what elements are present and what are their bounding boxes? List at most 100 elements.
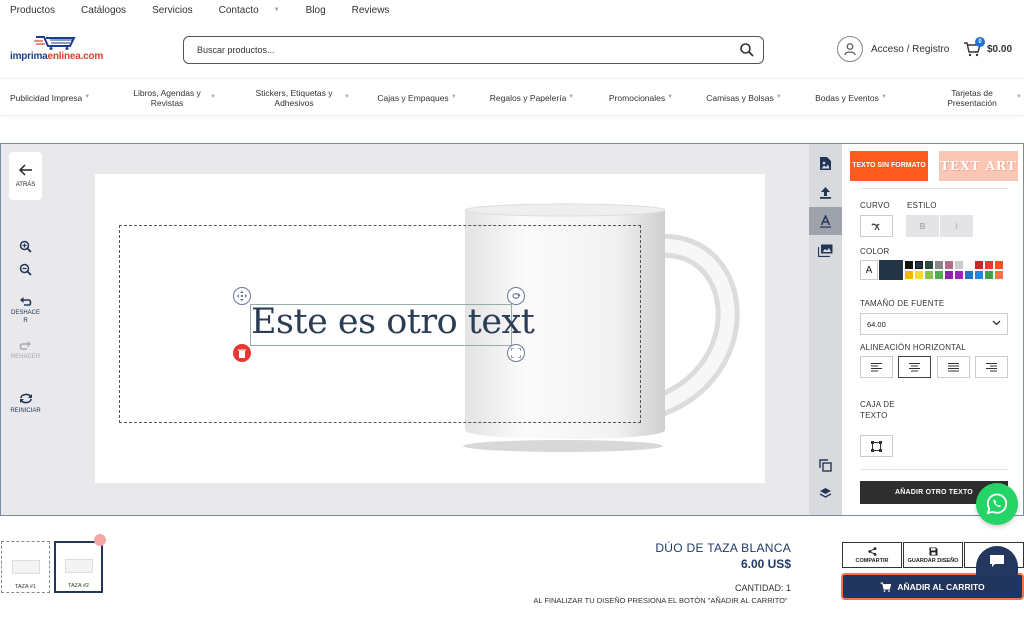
color-swatch[interactable] [904,260,914,270]
resize-handle-icon[interactable] [507,344,525,362]
cart-logo-icon [34,36,76,50]
align-right-button[interactable] [975,356,1008,378]
color-swatch[interactable] [924,270,934,280]
color-swatch[interactable] [974,270,984,280]
color-swatch[interactable] [974,260,984,270]
align-justify-button[interactable] [937,356,970,378]
chevron-down-icon: ▼ [667,94,674,101]
color-swatch[interactable] [994,270,1004,280]
share-button[interactable]: COMPARTIR [842,542,902,568]
nav-publicidad-impresa[interactable]: Publicidad Impresa ▼ [10,79,92,117]
italic-button[interactable]: I [940,215,973,237]
canvas-text[interactable]: Este es otro text [251,302,535,342]
nav-regalos[interactable]: Regalos y Papelería ▼ [486,79,578,117]
textbox-toggle-button[interactable] [860,435,893,457]
nav-bodas[interactable]: Bodas y Eventos ▼ [812,79,890,117]
rotate-handle-icon[interactable] [507,287,525,305]
toplink-reviews[interactable]: Reviews [352,5,403,16]
gallery-icon[interactable] [809,236,842,264]
nav-stickers[interactable]: Stickers, Etiquetas y Adhesivos ▼ [246,79,350,117]
color-swatch[interactable] [944,270,954,280]
reset-button[interactable]: REINICIAR [9,392,42,416]
color-swatch[interactable] [984,260,994,270]
chevron-down-icon: ▼ [450,94,457,101]
nav-cajas[interactable]: Cajas y Empaques ▼ [373,79,461,117]
site-logo[interactable]: imprimaenlinea.com [10,34,110,66]
color-swatch[interactable] [964,260,974,270]
color-swatch[interactable] [954,260,964,270]
plain-text-button[interactable]: TEXTO SIN FORMATO [850,151,928,181]
whatsapp-icon [986,493,1008,515]
align-left-button[interactable] [860,356,893,378]
font-size-select[interactable]: 64.00 [860,313,1008,335]
left-toolbar: ATRÁS DESHACER REHACER REINICIAR [9,152,42,414]
search-input[interactable]: Buscar productos... [183,36,764,64]
textbox-icon [871,440,882,452]
bold-button[interactable]: B [906,215,939,237]
image-file-icon[interactable] [809,149,842,177]
chevron-down-icon: ▼ [84,94,91,101]
color-swatch[interactable] [914,260,924,270]
color-swatches [904,260,1004,280]
product-title: DÚO DE TAZA BLANCA [655,541,791,555]
nav-libros-agendas[interactable]: Libros, Agendas y Revistas ▼ [126,79,216,117]
move-handle-icon[interactable] [233,287,251,305]
color-swatch[interactable] [964,270,974,280]
color-swatch[interactable] [904,270,914,280]
design-canvas[interactable]: Este es otro text [95,174,765,483]
layers-icon[interactable] [809,479,842,507]
toplink-productos[interactable]: Productos [10,5,68,16]
chat-icon [990,555,1004,567]
save-design-button[interactable]: GUARDAR DISEÑO [903,542,963,568]
text-art-button[interactable]: TEXT ART [939,151,1018,181]
color-swatch[interactable] [914,270,924,280]
add-to-cart-button[interactable]: AÑADIR AL CARRITO [841,573,1024,600]
toplink-blog[interactable]: Blog [306,5,339,16]
account-link[interactable]: Acceso / Registro [837,36,949,62]
search-icon[interactable] [739,42,755,58]
delete-handle-icon[interactable] [233,344,251,362]
cart-button[interactable]: 0 $0.00 [963,37,1012,57]
thumbnail-mug-1[interactable]: TAZA #1 [1,541,50,593]
color-swatch[interactable] [944,260,954,270]
back-button[interactable]: ATRÁS [9,152,42,200]
text-tool-icon[interactable] [809,207,842,235]
align-center-button[interactable] [898,356,931,378]
textbox-label: CAJA DE TEXTO [860,400,895,420]
chevron-down-icon: ▼ [568,94,575,101]
nav-promocionales[interactable]: Promocionales ▼ [604,79,678,117]
toplink-catalogos[interactable]: Catálogos [81,5,139,16]
chevron-down-icon: ▼ [344,94,350,101]
align-label: ALINEACIÓN HORIZONTAL [860,343,966,352]
color-swatch[interactable] [934,260,944,270]
nav-camisas[interactable]: Camisas y Bolsas ▼ [704,79,784,117]
toplink-contacto[interactable]: Contacto ▼ [219,5,293,16]
curve-toggle-button[interactable] [860,215,893,237]
color-swatch[interactable] [984,270,994,280]
color-swatch[interactable] [924,260,934,270]
zoom-out-button[interactable] [9,263,42,276]
color-swatch[interactable] [994,260,1004,270]
nav-tarjetas[interactable]: Tarjetas de Presentación ▼ [930,79,1022,117]
zoom-in-icon [19,240,32,253]
selected-color-swatch[interactable] [879,260,903,280]
duplicate-icon[interactable] [809,451,842,479]
color-swatch[interactable] [934,270,944,280]
zoom-in-button[interactable] [9,240,42,253]
divider [860,188,1008,189]
align-justify-icon [948,362,959,371]
undo-button[interactable]: DESHACER [9,296,42,326]
redo-button[interactable]: REHACER [9,340,42,362]
toplink-servicios[interactable]: Servicios [152,5,206,16]
font-size-label: TAMAÑO DE FUENTE [860,299,945,308]
user-icon [837,36,863,62]
save-icon [929,547,937,555]
thumbnail-mug-2[interactable]: TAZA #2 [54,541,103,593]
whatsapp-button[interactable] [976,483,1018,525]
color-swatch[interactable] [954,270,964,280]
text-settings-panel: TEXTO SIN FORMATO TEXT ART CURVO ESTILO … [842,144,1023,515]
thumbnail-image [64,559,93,573]
remove-thumbnail-icon[interactable] [94,534,106,546]
text-object[interactable]: Este es otro text [250,302,535,346]
upload-icon[interactable] [809,178,842,206]
